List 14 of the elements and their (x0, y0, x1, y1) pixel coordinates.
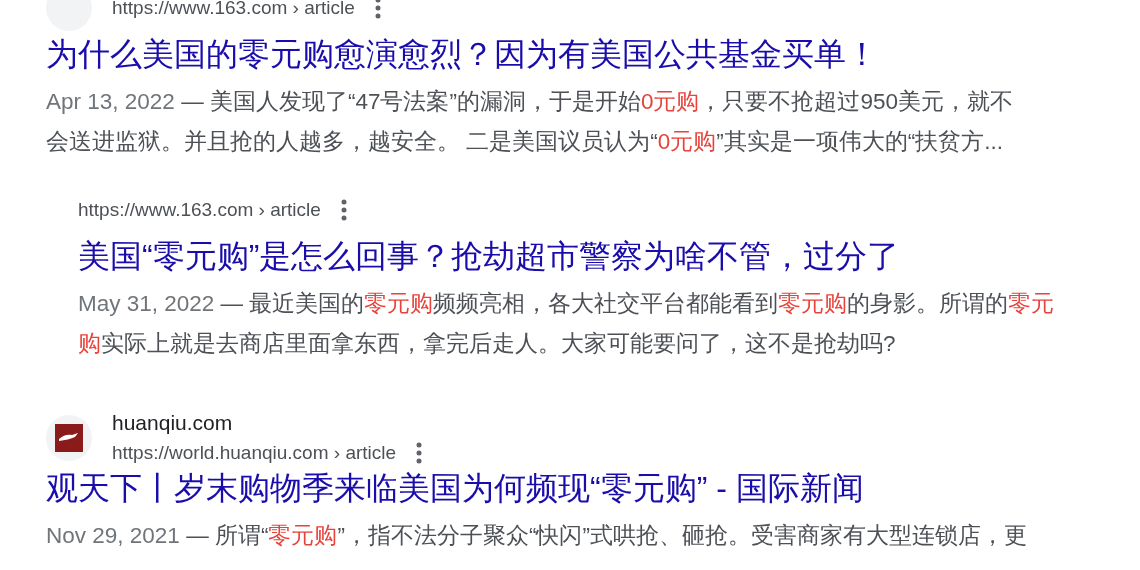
result-title[interactable]: 美国“零元购”是怎么回事？抢劫超市警察为啥不管，过分了 (78, 236, 1140, 276)
result-snippet: Nov 29, 2021 — 所谓“零元购”，指不法分子聚众“快闪”式哄抢、砸抢。受害商家有大型连锁店，更 (46, 522, 1028, 550)
more-options-icon[interactable] (374, 0, 381, 19)
result-title[interactable]: 观天下丨岁末购物季来临美国为何频现“零元购” - 国际新闻 (46, 468, 1140, 508)
result-title[interactable]: 为什么美国的零元购愈演愈烈？因为有美国公共基金买单！ (46, 34, 1140, 74)
result-url[interactable]: https://world.huanqiu.com › article (112, 441, 397, 465)
result-snippet: Apr 13, 2022 — 美国人发现了“47号法案”的漏洞，于是开始0元购，只要不抢超过950美元，就不 会送进监狱。并且抢的人越多，越安全。 二是美国议员认为“0元购”其实是一项伟大的“扶贫方... (46, 88, 1014, 156)
more-options-icon[interactable] (416, 442, 423, 464)
result-url[interactable]: https://www.163.com › article (112, 0, 355, 20)
site-name: huanqiu.com (112, 411, 234, 435)
result-url[interactable]: https://www.163.com › article (78, 198, 321, 222)
bird-logo-icon (55, 424, 83, 452)
more-options-icon[interactable] (340, 199, 347, 221)
result-snippet: May 31, 2022 — 最近美国的零元购频频亮相，各大社交平台都能看到零元购的身影。所谓的零元 购实际上就是去商店里面拿东西，拿完后走人。大家可能要问了，这不是抢劫吗? (78, 290, 1056, 358)
